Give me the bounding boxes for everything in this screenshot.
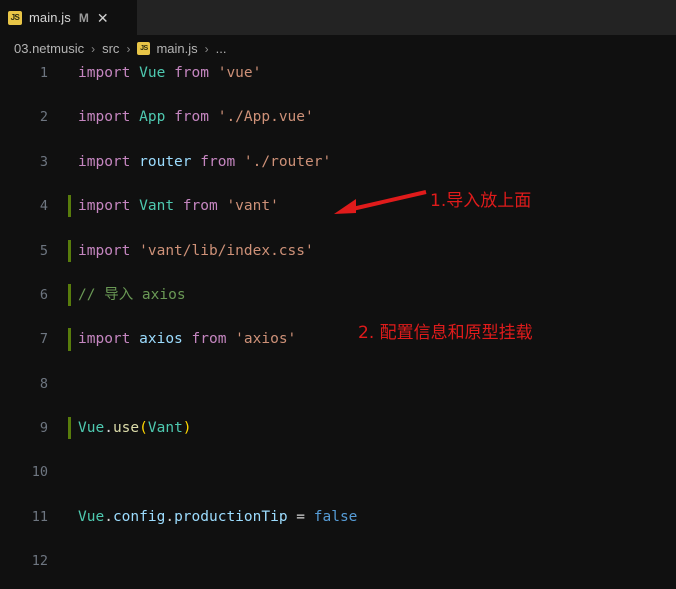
code-line[interactable]: 1 import Vue from 'vue' (0, 62, 676, 84)
code-line[interactable]: 12 (0, 550, 676, 572)
annotation-note-1: 1.导入放上面 (430, 191, 532, 211)
chevron-right-icon: › (126, 41, 131, 56)
line-content: import Vue from 'vue' (78, 65, 262, 81)
code-line[interactable]: 2 import App from './App.vue' (0, 106, 676, 128)
js-file-icon: JS (8, 10, 22, 25)
line-number: 11 (31, 508, 48, 525)
code-line[interactable]: 3 import router from './router' (0, 151, 676, 173)
vscode-editor-window: JS main.js M ✕ 03.netmusic › src › JS ma… (0, 0, 676, 589)
code-line[interactable]: 9 Vue.use(Vant) (0, 417, 676, 440)
line-content: import router from './router' (78, 153, 332, 170)
js-file-icon: JS (137, 42, 151, 55)
breadcrumb-item-project[interactable]: 03.netmusic (14, 41, 84, 56)
breadcrumb-item-folder[interactable]: src (102, 41, 119, 56)
line-content: // 导入 axios (78, 286, 186, 303)
line-content: import axios from 'axios' (78, 331, 297, 348)
code-editor[interactable]: 1 import Vue from 'vue' 2 import App fro… (0, 62, 676, 589)
line-number: 9 (39, 420, 48, 437)
tab-dirty-indicator: M (78, 10, 89, 25)
line-content: Vue.use(Vant) (78, 420, 192, 437)
line-content: import 'vant/lib/index.css' (78, 242, 314, 259)
line-number: 7 (39, 331, 48, 348)
tab-label: main.js (29, 10, 71, 25)
breadcrumb: 03.netmusic › src › JS main.js › ... (0, 35, 676, 62)
git-modified-indicator (68, 328, 71, 351)
line-number: 8 (39, 375, 48, 392)
line-number: 6 (39, 286, 48, 303)
breadcrumb-item-symbol[interactable]: ... (216, 41, 227, 56)
code-line[interactable]: 10 (0, 461, 676, 483)
line-content: import App from './App.vue' (78, 109, 314, 126)
git-modified-indicator (68, 417, 71, 440)
code-line[interactable]: 6 // 导入 axios (0, 283, 676, 307)
chevron-right-icon: › (204, 41, 209, 56)
git-modified-indicator (68, 195, 71, 218)
editor-tab-bar: JS main.js M ✕ (0, 0, 676, 35)
annotation-note-2: 2. 配置信息和原型挂载 (358, 323, 533, 343)
code-line[interactable]: 7 import axios from 'axios' (0, 328, 676, 351)
line-content: import Vant from 'vant' (78, 198, 279, 215)
line-number: 3 (39, 153, 48, 170)
line-content: Vue.config.productionTip = false (78, 508, 358, 525)
line-number: 5 (39, 242, 48, 259)
git-modified-indicator (68, 239, 71, 262)
code-line[interactable]: 11 Vue.config.productionTip = false (0, 506, 676, 528)
line-number: 12 (31, 553, 48, 570)
tab-main-js[interactable]: JS main.js M ✕ (0, 0, 137, 35)
code-line[interactable]: 8 (0, 373, 676, 395)
code-line[interactable]: 5 import 'vant/lib/index.css' (0, 239, 676, 262)
line-number: 10 (31, 464, 48, 481)
chevron-right-icon: › (91, 41, 96, 56)
line-number: 2 (39, 109, 48, 126)
close-icon[interactable]: ✕ (97, 11, 109, 25)
line-number: 1 (39, 65, 48, 81)
breadcrumb-item-file[interactable]: main.js (156, 41, 197, 56)
line-number: 4 (39, 198, 48, 215)
git-modified-indicator (68, 283, 71, 307)
annotation-arrow (334, 190, 427, 214)
